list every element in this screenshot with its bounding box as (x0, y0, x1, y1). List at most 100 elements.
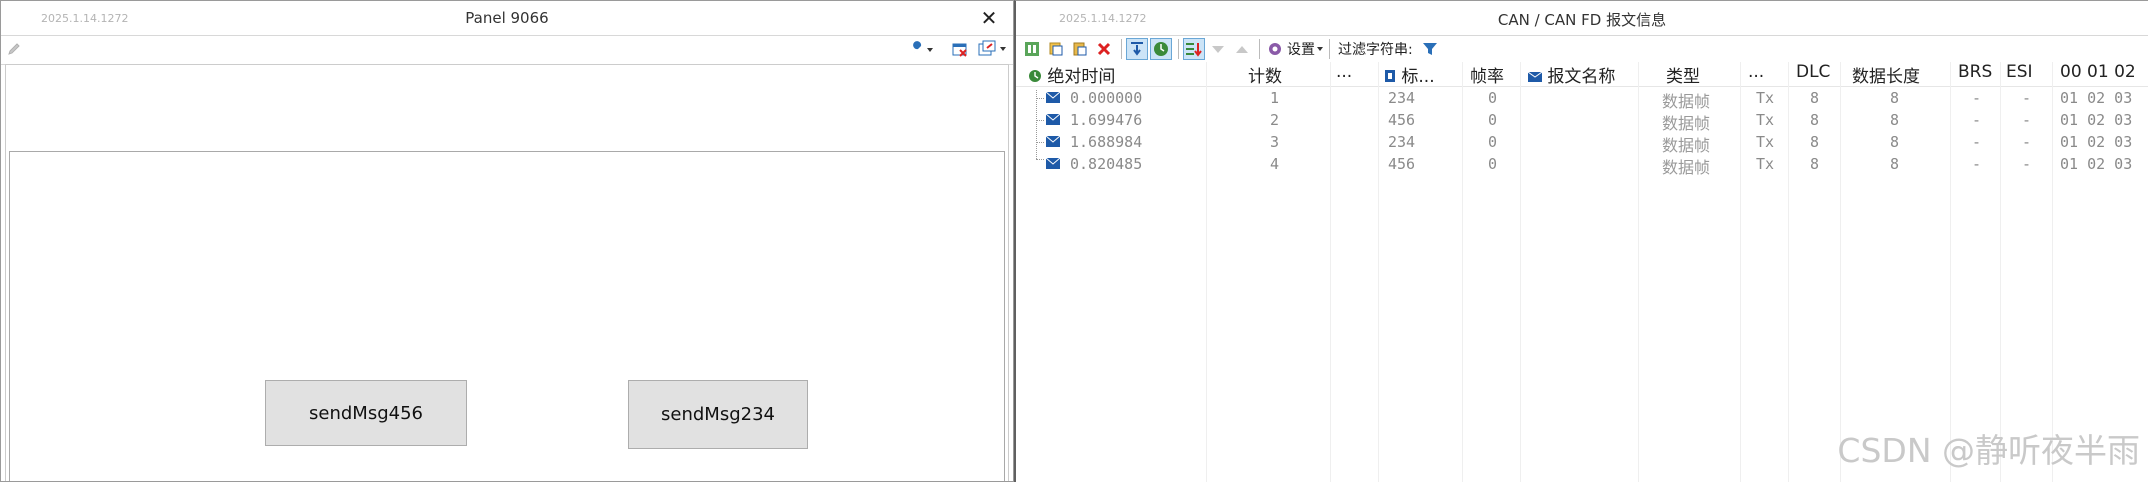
window-list-icon[interactable] (977, 40, 1011, 58)
window-close-icon[interactable] (951, 41, 969, 59)
delete-icon[interactable] (1093, 38, 1115, 60)
col-dlc[interactable]: DLC (1796, 62, 1830, 86)
clock-icon (1029, 70, 1041, 82)
cell-brs: - (1972, 111, 1982, 129)
panel-title: Panel 9066 (465, 9, 549, 27)
cell-count: 1 (1270, 89, 1280, 107)
cell-type: 数据帧 (1662, 158, 1711, 177)
send-msg-234-button[interactable]: sendMsg234 (628, 380, 808, 449)
gear-icon (1269, 43, 1281, 55)
id-icon (1385, 70, 1395, 82)
cell-brs: - (1972, 133, 1982, 151)
col-rate[interactable]: 帧率 (1470, 62, 1504, 87)
col-abs-time-label: 绝对时间 (1047, 67, 1116, 87)
col-divider (1520, 62, 1521, 482)
cell-data: 01 02 03 (2060, 155, 2133, 173)
pause-icon[interactable] (1021, 38, 1043, 60)
cell-id: 456 (1388, 111, 1416, 129)
cell-rate: 0 (1488, 111, 1498, 129)
paste-icon[interactable] (1069, 38, 1091, 60)
message-table: 绝对时间 计数 ... 标... 帧率 报文名称 类型 ... DLC 数据长度… (1016, 62, 2148, 482)
cell-type: 数据帧 (1662, 92, 1711, 111)
cell-dlc: 8 (1810, 111, 1820, 129)
cell-time: 1.699476 (1070, 111, 1143, 129)
panel-canvas: sendMsg456 sendMsg234 (5, 64, 1009, 481)
cell-data: 01 02 03 (2060, 133, 2133, 151)
col-data[interactable]: 00 01 02 (2060, 62, 2136, 86)
filter-label: 过滤字符串: (1338, 42, 1413, 58)
tree-connector (1036, 159, 1044, 160)
trace-titlebar: 2025.1.14.1272 CAN / CAN FD 报文信息 (1016, 1, 2148, 36)
col-count[interactable]: 计数 (1248, 62, 1282, 87)
col-data-len[interactable]: 数据长度 (1852, 62, 1920, 87)
cell-count: 3 (1270, 133, 1280, 151)
cell-esi: - (2022, 155, 2032, 173)
cell-data: 01 02 03 (2060, 111, 2133, 129)
cell-dir: Tx (1756, 155, 1775, 173)
cell-esi: - (2022, 111, 2032, 129)
envelope-icon (1046, 136, 1060, 147)
col-dots-1[interactable]: ... (1336, 62, 1352, 86)
cell-brs: - (1972, 155, 1982, 173)
col-divider (2052, 62, 2053, 482)
cell-dir: Tx (1756, 133, 1775, 151)
wrench-icon[interactable] (909, 41, 937, 59)
arrow-down-icon[interactable] (1207, 38, 1229, 60)
cell-count: 2 (1270, 111, 1280, 129)
tree-connector (1036, 90, 1037, 159)
col-dots-2[interactable]: ... (1748, 62, 1764, 86)
cell-type: 数据帧 (1662, 114, 1711, 133)
tree-connector (1036, 120, 1044, 121)
filter-icon[interactable] (1419, 38, 1441, 60)
envelope-icon (1046, 114, 1060, 125)
close-button[interactable]: ✕ (977, 5, 1001, 31)
cell-len: 8 (1890, 133, 1900, 151)
col-abs-time[interactable]: 绝对时间 (1028, 62, 1116, 87)
col-id[interactable]: 标... (1384, 62, 1435, 87)
trace-title: CAN / CAN FD 报文信息 (1497, 11, 1667, 29)
settings-label: 设置 (1287, 42, 1315, 58)
toolbar-separator (1259, 39, 1260, 59)
col-divider (1462, 62, 1463, 482)
arrow-up-icon[interactable] (1231, 38, 1253, 60)
cell-id: 234 (1388, 89, 1416, 107)
col-brs[interactable]: BRS (1958, 62, 1992, 86)
col-divider (1330, 62, 1331, 482)
cell-count: 4 (1270, 155, 1280, 173)
trace-toolbar: 设置 过滤字符串: (1016, 36, 2148, 62)
envelope-icon (1046, 92, 1060, 103)
toolbar-separator (1329, 39, 1330, 59)
scroll-down-icon[interactable] (1126, 38, 1148, 60)
cell-esi: - (2022, 89, 2032, 107)
clock-icon[interactable] (1150, 38, 1172, 60)
envelope-icon (1527, 71, 1543, 82)
cell-dlc: 8 (1810, 89, 1820, 107)
cell-id: 234 (1388, 133, 1416, 151)
tree-connector (1036, 142, 1044, 143)
sort-icon[interactable] (1183, 38, 1205, 60)
send-msg-456-button[interactable]: sendMsg456 (265, 380, 467, 446)
cell-dir: Tx (1756, 111, 1775, 129)
cell-brs: - (1972, 89, 1982, 107)
tree-connector (1036, 98, 1044, 99)
toolbar-separator (1178, 39, 1179, 59)
pencil-icon[interactable] (7, 42, 21, 56)
csdn-watermark: CSDN @静听夜半雨 (1837, 431, 2140, 470)
cell-type: 数据帧 (1662, 136, 1711, 155)
col-type[interactable]: 类型 (1666, 62, 1700, 87)
cell-time: 0.000000 (1070, 89, 1143, 107)
panel-window: 2025.1.14.1272 Panel 9066 ✕ sendMsg456 s… (0, 0, 1014, 482)
settings-dropdown[interactable]: 设置 (1266, 39, 1325, 59)
cell-rate: 0 (1488, 89, 1498, 107)
header-divider (1016, 86, 2148, 87)
col-divider (1206, 62, 1207, 482)
cell-time: 0.820485 (1070, 155, 1143, 173)
cell-dlc: 8 (1810, 155, 1820, 173)
col-divider (1788, 62, 1789, 482)
col-esi[interactable]: ESI (2006, 62, 2033, 86)
cell-rate: 0 (1488, 155, 1498, 173)
copy-icon[interactable] (1045, 38, 1067, 60)
cell-dir: Tx (1756, 89, 1775, 107)
col-msg-name[interactable]: 报文名称 (1527, 62, 1615, 87)
col-divider (1840, 62, 1841, 482)
